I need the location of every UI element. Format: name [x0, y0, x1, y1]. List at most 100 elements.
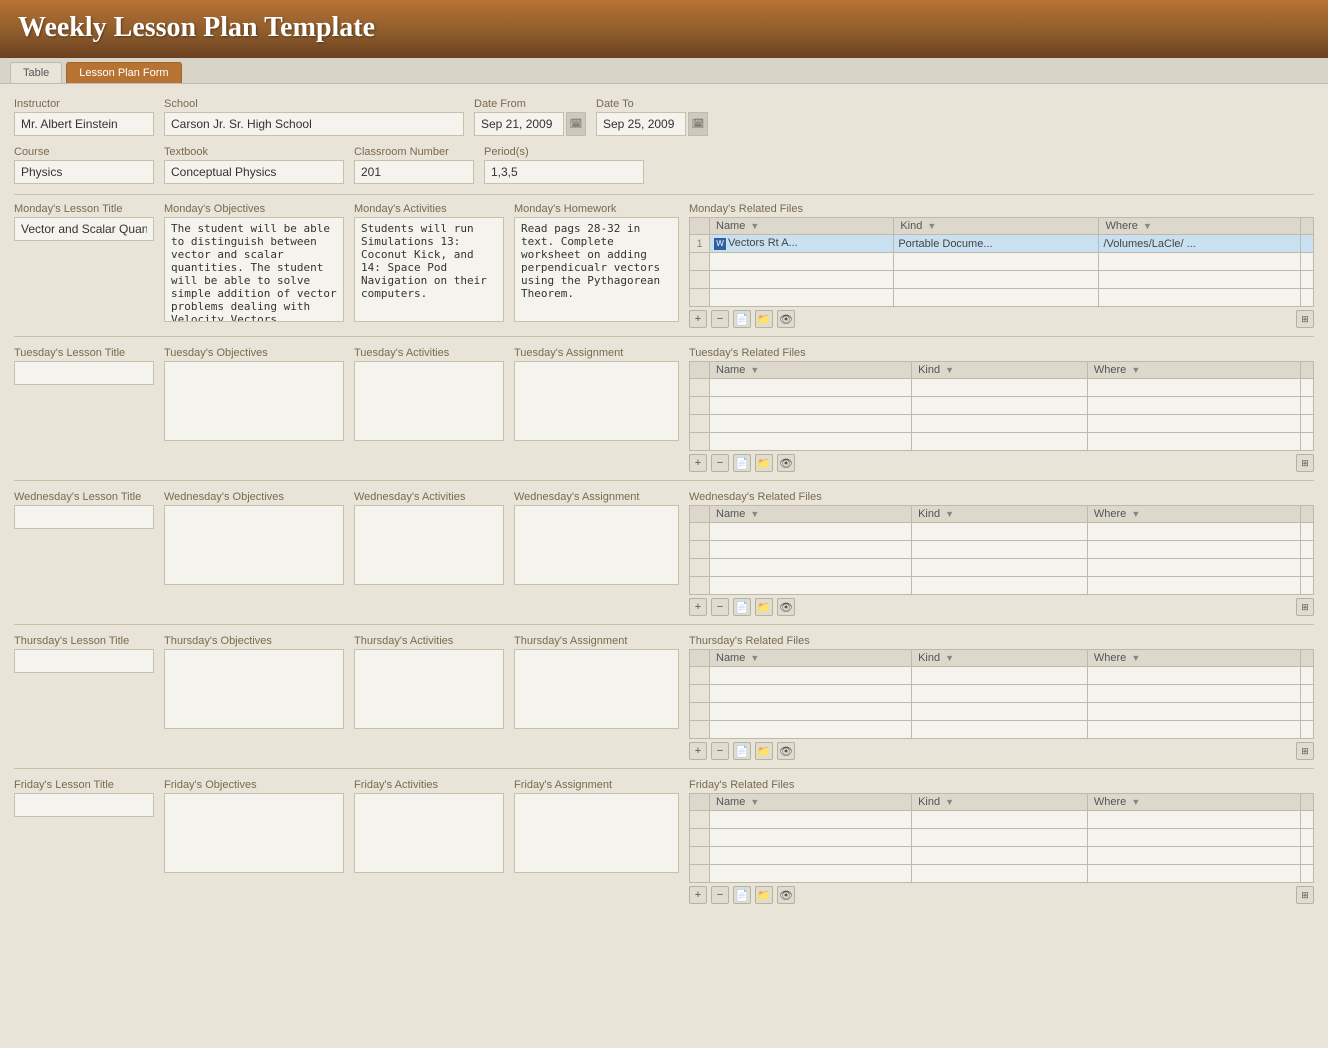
thursday-corner-button[interactable]: ⊞ [1296, 742, 1314, 760]
thursday-add-file-button[interactable]: + [689, 742, 707, 760]
monday-file-row-1-num [690, 253, 710, 271]
friday-homework-textarea[interactable] [514, 793, 679, 873]
date-from-input[interactable] [474, 112, 564, 136]
monday-folder-button[interactable]: 📁 [755, 310, 773, 328]
wednesday-remove-file-button[interactable]: − [711, 598, 729, 616]
monday-objectives-textarea[interactable]: The student will be able to distinguish … [164, 217, 344, 322]
tab-table[interactable]: Table [10, 62, 62, 83]
course-input[interactable] [14, 160, 154, 184]
thursday-files-th-0 [690, 650, 710, 667]
wednesday-preview-button[interactable]: 👁 [777, 598, 795, 616]
tuesday-files-th-1[interactable]: Name ▼ [710, 362, 912, 379]
periods-input[interactable] [484, 160, 644, 184]
monday-activities-textarea[interactable]: Students will run Simulations 13: Coconu… [354, 217, 504, 322]
tuesday-activities-textarea[interactable] [354, 361, 504, 441]
friday-files-th-2[interactable]: Kind ▼ [912, 794, 1088, 811]
thursday-thursday-s-related-files-label: Thursday's Related Files [689, 635, 1314, 647]
thursday-thursday-s-assignment-label: Thursday's Assignment [514, 635, 679, 647]
friday-objectives-textarea[interactable] [164, 793, 344, 873]
monday-add-file-button[interactable]: + [689, 310, 707, 328]
thursday-file-row-3 [690, 721, 1314, 739]
thursday-objectives-textarea[interactable] [164, 649, 344, 729]
friday-new-doc-button[interactable]: 📄 [733, 886, 751, 904]
top-form-row2: Course Textbook Classroom Number Period(… [14, 146, 1314, 184]
thursday-thursday-s-lesson-title-label: Thursday's Lesson Title [14, 635, 154, 647]
wednesday-file-row-0-extra [1301, 523, 1314, 541]
tuesday-title-input[interactable] [14, 361, 154, 385]
classroom-input[interactable] [354, 160, 474, 184]
monday-file-row-0-name: WVectors Rt A... [710, 235, 894, 253]
monday-files-th-3[interactable]: Where ▼ [1099, 218, 1301, 235]
monday-files-th-2[interactable]: Kind ▼ [894, 218, 1099, 235]
tuesday-corner-button[interactable]: ⊞ [1296, 454, 1314, 472]
friday-friday-s-related-files-label: Friday's Related Files [689, 779, 1314, 791]
monday-homework-textarea[interactable]: Read pags 28-32 in text. Complete worksh… [514, 217, 679, 322]
tuesday-file-row-0-num [690, 379, 710, 397]
thursday-homework-textarea[interactable] [514, 649, 679, 729]
monday-remove-file-button[interactable]: − [711, 310, 729, 328]
thursday-activities-textarea[interactable] [354, 649, 504, 729]
friday-corner-button[interactable]: ⊞ [1296, 886, 1314, 904]
wednesday-file-row-2 [690, 559, 1314, 577]
date-to-input[interactable] [596, 112, 686, 136]
friday-file-row-0-where [1087, 811, 1300, 829]
friday-friday-s-assignment-label: Friday's Assignment [514, 779, 679, 791]
wednesday-title-input[interactable] [14, 505, 154, 529]
tuesday-files-th-3[interactable]: Where ▼ [1087, 362, 1300, 379]
wednesday-files-th-3[interactable]: Where ▼ [1087, 506, 1300, 523]
tuesday-remove-file-button[interactable]: − [711, 454, 729, 472]
tuesday-add-file-button[interactable]: + [689, 454, 707, 472]
wednesday-add-file-button[interactable]: + [689, 598, 707, 616]
friday-title-input[interactable] [14, 793, 154, 817]
tuesday-new-doc-button[interactable]: 📄 [733, 454, 751, 472]
wednesday-objectives-textarea[interactable] [164, 505, 344, 585]
thursday-file-row-2-kind [912, 703, 1088, 721]
monday-corner-button[interactable]: ⊞ [1296, 310, 1314, 328]
textbook-input[interactable] [164, 160, 344, 184]
wednesday-corner-button[interactable]: ⊞ [1296, 598, 1314, 616]
friday-folder-button[interactable]: 📁 [755, 886, 773, 904]
wednesday-files-th-1[interactable]: Name ▼ [710, 506, 912, 523]
instructor-input[interactable] [14, 112, 154, 136]
monday-files-th-1[interactable]: Name ▼ [710, 218, 894, 235]
thursday-files-th-2[interactable]: Kind ▼ [912, 650, 1088, 667]
tuesday-folder-button[interactable]: 📁 [755, 454, 773, 472]
thursday-title-input[interactable] [14, 649, 154, 673]
tuesday-file-row-0 [690, 379, 1314, 397]
tab-lesson-plan-form[interactable]: Lesson Plan Form [66, 62, 181, 83]
wednesday-files-th-2[interactable]: Kind ▼ [912, 506, 1088, 523]
thursday-folder-button[interactable]: 📁 [755, 742, 773, 760]
tuesday-file-row-3-name [710, 433, 912, 451]
monday-title-input[interactable] [14, 217, 154, 241]
thursday-preview-button[interactable]: 👁 [777, 742, 795, 760]
wednesday-activities-textarea[interactable] [354, 505, 504, 585]
thursday-new-doc-button[interactable]: 📄 [733, 742, 751, 760]
friday-files-th-1[interactable]: Name ▼ [710, 794, 912, 811]
tuesday-objectives-textarea[interactable] [164, 361, 344, 441]
friday-remove-file-button[interactable]: − [711, 886, 729, 904]
friday-add-file-button[interactable]: + [689, 886, 707, 904]
tuesday-preview-button[interactable]: 👁 [777, 454, 795, 472]
date-to-calendar-button[interactable]: 🗓 [688, 112, 708, 136]
tuesday-homework-textarea[interactable] [514, 361, 679, 441]
tuesday-files-th-2[interactable]: Kind ▼ [912, 362, 1088, 379]
wednesday-new-doc-button[interactable]: 📄 [733, 598, 751, 616]
wednesday-folder-button[interactable]: 📁 [755, 598, 773, 616]
thursday-files-th-1[interactable]: Name ▼ [710, 650, 912, 667]
thursday-files-th-3[interactable]: Where ▼ [1087, 650, 1300, 667]
thursday-remove-file-button[interactable]: − [711, 742, 729, 760]
wednesday-files-th-4 [1301, 506, 1314, 523]
monday-preview-button[interactable]: 👁 [777, 310, 795, 328]
wednesday-file-row-0-name [710, 523, 912, 541]
wednesday-file-row-0 [690, 523, 1314, 541]
date-from-calendar-button[interactable]: 🗓 [566, 112, 586, 136]
wednesday-homework-textarea[interactable] [514, 505, 679, 585]
friday-activities-textarea[interactable] [354, 793, 504, 873]
monday-new-doc-button[interactable]: 📄 [733, 310, 751, 328]
date-from-label: Date From [474, 98, 586, 110]
school-input[interactable] [164, 112, 464, 136]
friday-preview-button[interactable]: 👁 [777, 886, 795, 904]
friday-files-th-3[interactable]: Where ▼ [1087, 794, 1300, 811]
friday-file-row-2-num [690, 847, 710, 865]
friday-files-th-0 [690, 794, 710, 811]
